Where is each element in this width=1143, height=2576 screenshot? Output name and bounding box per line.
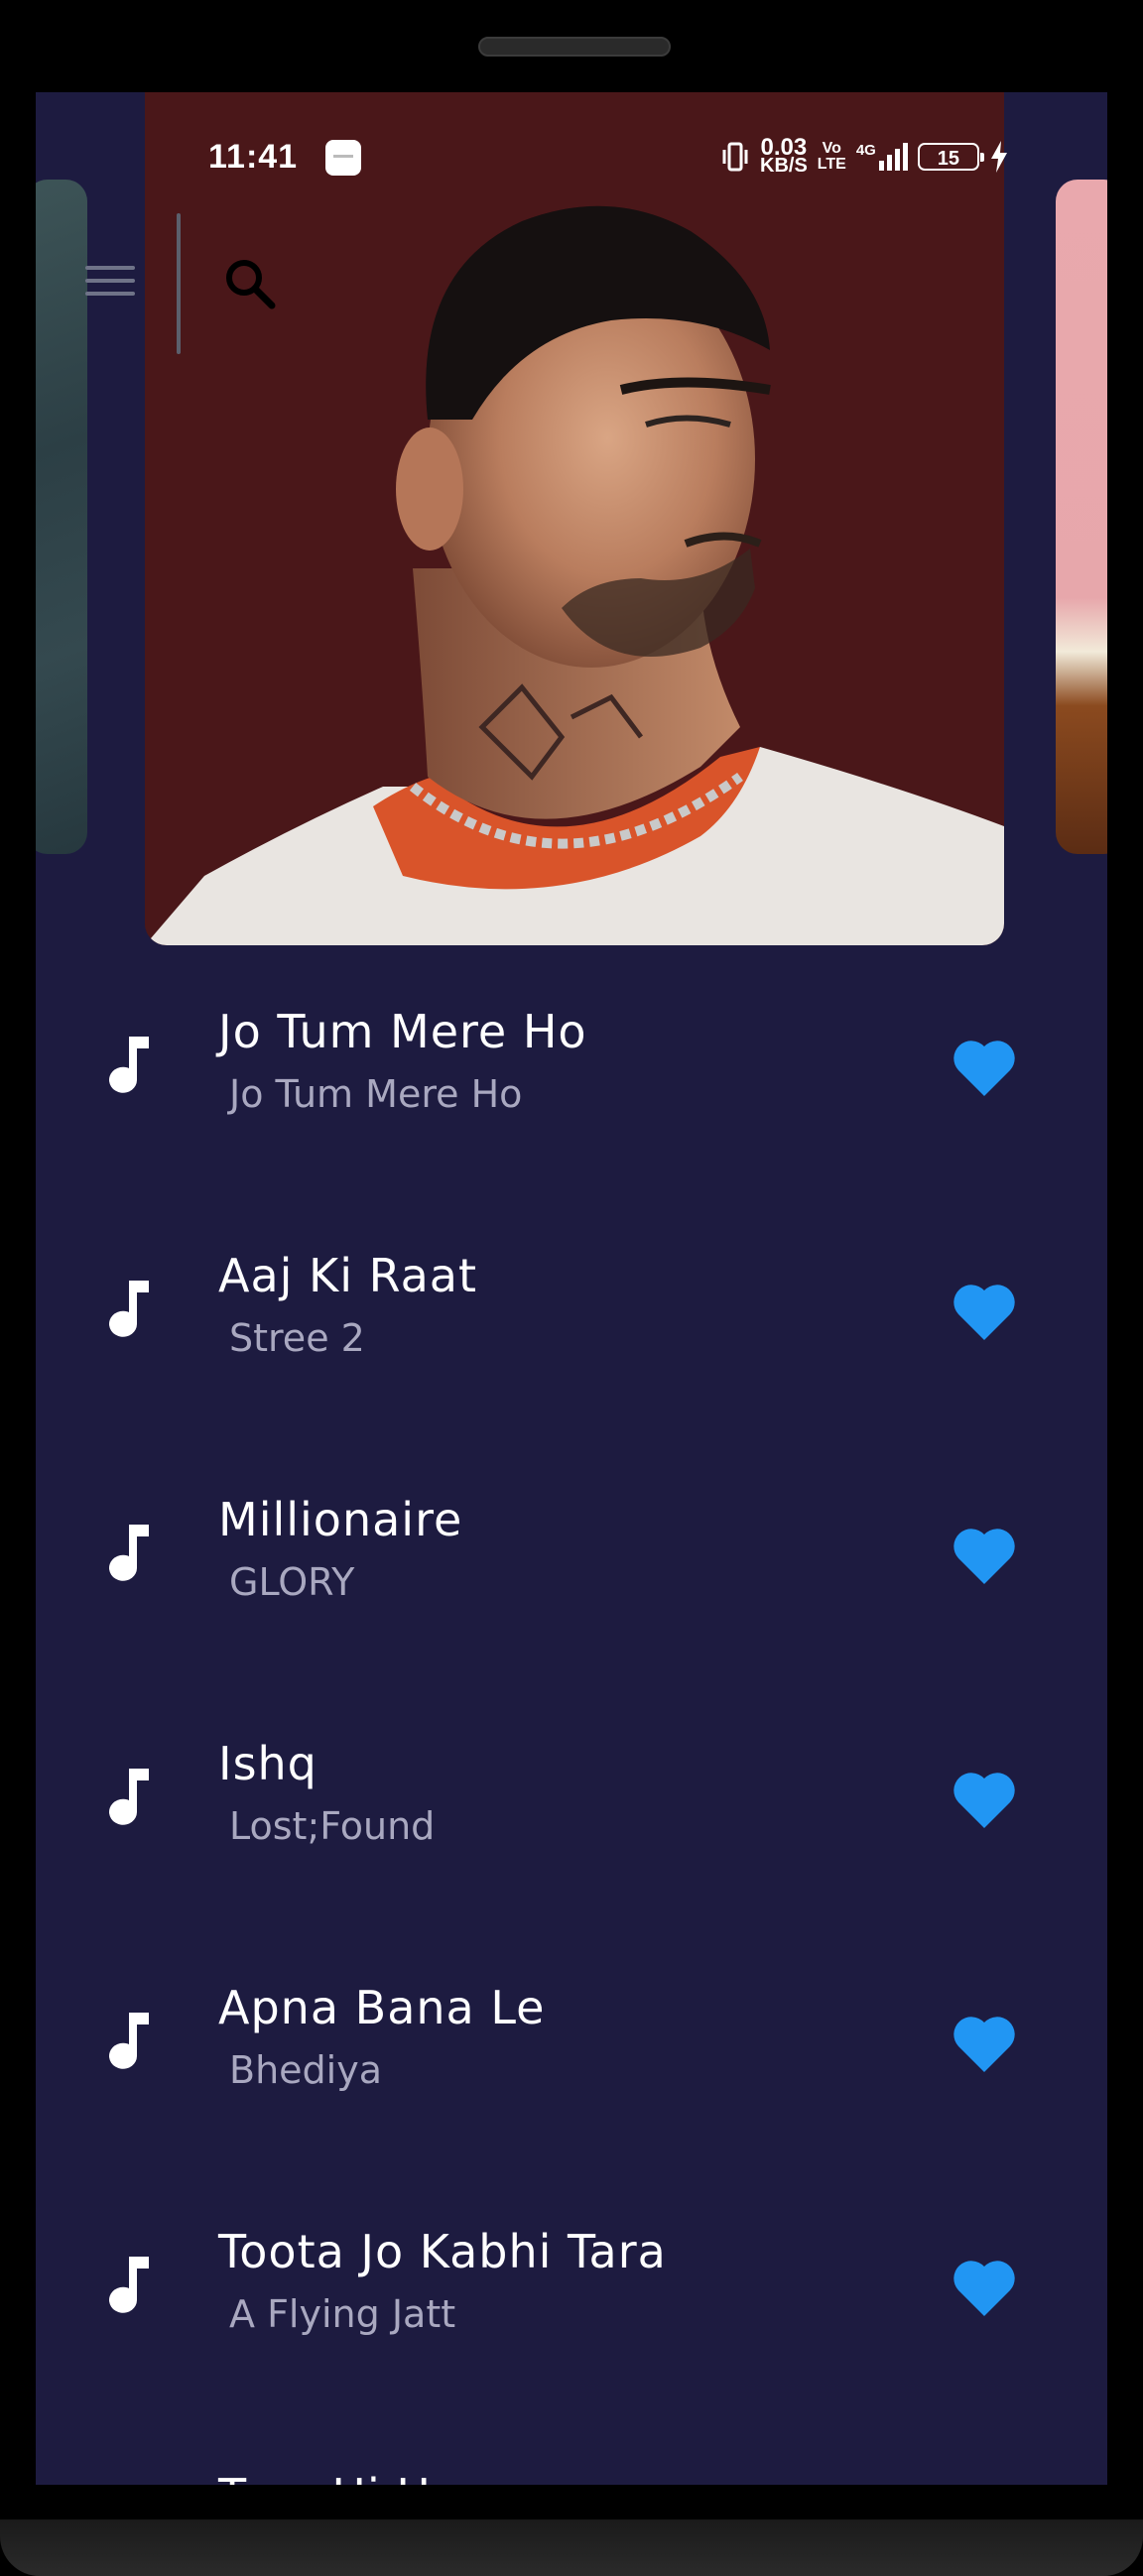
music-note-icon — [109, 2257, 149, 2313]
featured-artist-card[interactable] — [145, 92, 1004, 945]
status-bar: 11:41 0.03 KB/S Vo LTE 4G 15 — [36, 92, 1107, 176]
song-list: Jo Tum Mere Ho Jo Tum Mere Ho Aaj Ki Raa… — [36, 945, 1107, 2409]
song-title: Aaj Ki Raat — [218, 1249, 477, 1302]
volte-indicator: Vo LTE — [818, 141, 846, 173]
heart-icon[interactable] — [952, 2259, 1016, 2318]
music-note-icon — [109, 1525, 149, 1581]
toolbar-divider — [177, 213, 181, 354]
song-subtitle: Bhediya — [229, 2048, 382, 2092]
list-item[interactable]: Jo Tum Mere Ho Jo Tum Mere Ho — [36, 945, 1107, 1189]
song-subtitle: A Flying Jatt — [229, 2292, 456, 2336]
network-speed: 0.03 KB/S — [760, 136, 808, 177]
song-subtitle: Stree 2 — [229, 1316, 365, 1360]
music-note-icon — [109, 1037, 149, 1093]
song-subtitle: Jo Tum Mere Ho — [229, 1072, 523, 1116]
music-note-icon — [109, 1769, 149, 1825]
network-type: 4G — [855, 142, 876, 159]
carousel-card-previous[interactable] — [36, 180, 87, 854]
battery-level: 15 — [937, 148, 959, 170]
song-subtitle: Lost;Found — [229, 1804, 436, 1848]
list-item[interactable]: Millionaire GLORY — [36, 1433, 1107, 1677]
artist-portrait-image — [145, 92, 1004, 945]
song-title: Toota Jo Kabhi Tara — [218, 2225, 667, 2278]
notification-app-icon — [325, 140, 361, 176]
carousel-card-next[interactable] — [1056, 180, 1107, 854]
list-item[interactable]: Ishq Lost;Found — [36, 1677, 1107, 1921]
search-icon[interactable] — [220, 254, 280, 313]
song-title: Millionaire — [218, 1493, 463, 1546]
phone-bottom-bezel — [0, 2519, 1143, 2576]
heart-icon[interactable] — [952, 1527, 1016, 1586]
heart-icon[interactable] — [952, 1283, 1016, 1342]
song-title: Jo Tum Mere Ho — [218, 1005, 587, 1058]
song-title-partial[interactable]: Tere Hi Hum — [218, 2469, 507, 2485]
charging-bolt-icon — [990, 141, 1007, 173]
status-indicators: 0.03 KB/S Vo LTE 4G 15 — [720, 136, 1009, 178]
music-note-icon — [109, 2013, 149, 2069]
heart-icon[interactable] — [952, 1039, 1016, 1098]
heart-icon[interactable] — [952, 2015, 1016, 2074]
list-item[interactable]: Aaj Ki Raat Stree 2 — [36, 1189, 1107, 1433]
status-time: 11:41 — [208, 138, 299, 176]
volte-bottom: LTE — [817, 156, 846, 173]
earpiece-speaker — [478, 37, 671, 57]
battery-icon: 15 — [917, 143, 984, 171]
list-item[interactable]: Toota Jo Kabhi Tara A Flying Jatt — [36, 2165, 1107, 2409]
phone-frame: 11:41 0.03 KB/S Vo LTE 4G 15 Jo Tum Mere… — [0, 0, 1143, 2576]
app-screen: 11:41 0.03 KB/S Vo LTE 4G 15 Jo Tum Mere… — [36, 92, 1107, 2485]
song-title: Apna Bana Le — [218, 1981, 546, 2034]
menu-icon[interactable] — [85, 266, 135, 302]
music-note-icon — [109, 1281, 149, 1337]
heart-icon[interactable] — [952, 1771, 1016, 1830]
network-speed-unit: KB/S — [760, 155, 808, 177]
list-item[interactable]: Apna Bana Le Bhediya — [36, 1921, 1107, 2165]
song-subtitle: GLORY — [229, 1560, 355, 1604]
vibrate-icon — [722, 142, 748, 172]
song-title: Ishq — [218, 1737, 318, 1790]
volte-top: Vo — [822, 140, 841, 157]
signal-icon: 4G — [856, 143, 908, 171]
